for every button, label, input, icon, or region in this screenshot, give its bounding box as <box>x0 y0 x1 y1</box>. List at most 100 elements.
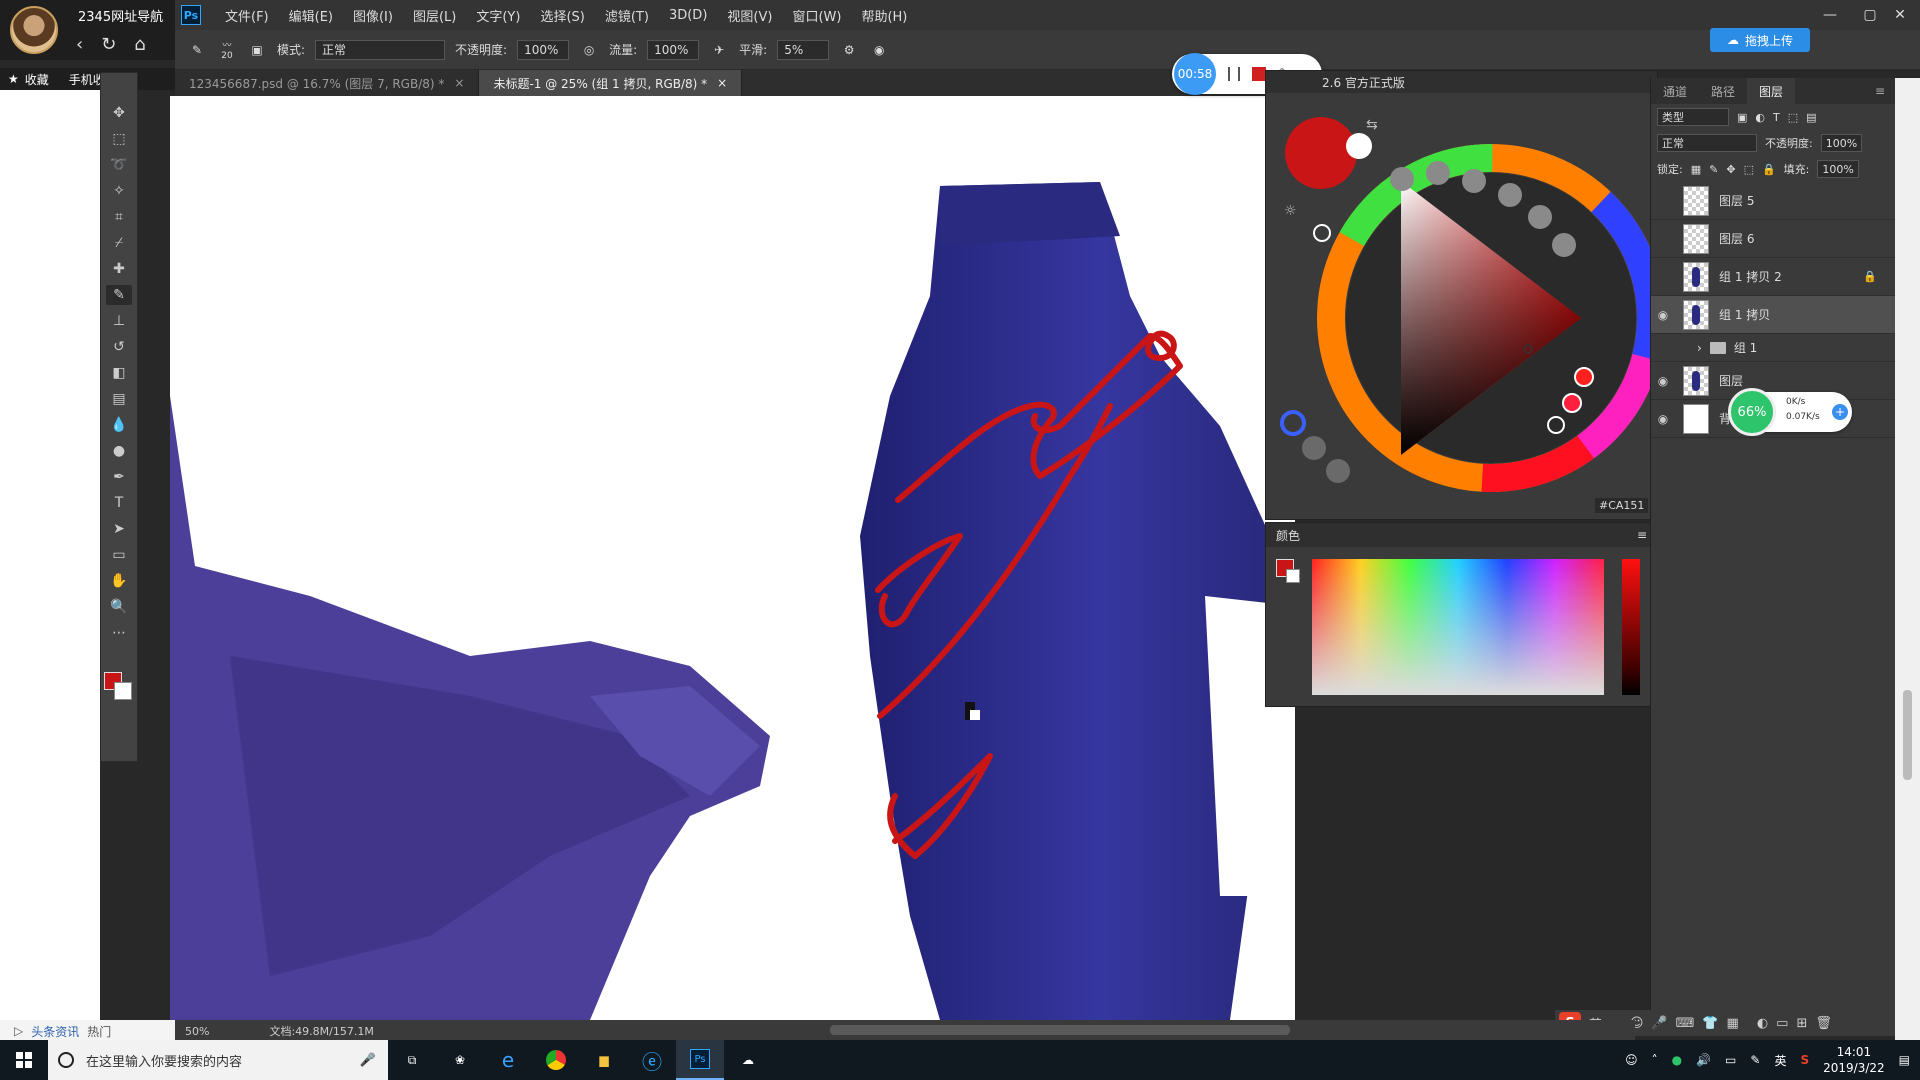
color-value-slider[interactable] <box>1622 559 1640 695</box>
zoom-tool-icon[interactable]: 🔍 <box>106 597 132 617</box>
filter-pixel-icon[interactable]: ▣ <box>1737 111 1747 124</box>
smooth-field[interactable]: 5% <box>777 39 830 60</box>
eye-icon[interactable]: ◉ <box>1651 412 1675 426</box>
clock[interactable]: 14:01 2019/3/22 <box>1823 1044 1885 1076</box>
page-scrollbar[interactable] <box>1895 78 1920 1040</box>
pen-tool-icon[interactable]: ✒ <box>106 467 132 487</box>
layer-kind-filter[interactable]: 类型 <box>1657 108 1729 126</box>
ime-mic-icon[interactable]: 🎤 <box>1651 1016 1667 1031</box>
lock-artboard-icon[interactable]: ⬚ <box>1744 163 1754 176</box>
photoshop-task-icon[interactable]: Ps <box>676 1040 724 1080</box>
stamp-tool-icon[interactable]: ⊥ <box>106 311 132 331</box>
new-group-icon[interactable]: ▭ <box>1776 1016 1788 1031</box>
tray-expand-icon[interactable]: ˄ <box>1652 1053 1658 1067</box>
doc-tab[interactable]: 123456687.psd @ 16.7% (图层 7, RGB/8) * × <box>175 70 480 96</box>
tab-paths[interactable]: 路径 <box>1699 83 1747 100</box>
expand-arrow-icon[interactable]: › <box>1697 341 1702 355</box>
move-tool-icon[interactable]: ✥ <box>106 103 132 123</box>
layer-row[interactable]: 图层 5 <box>1651 182 1895 220</box>
canvas[interactable] <box>170 96 1295 1020</box>
opacity-field[interactable]: 100% <box>517 39 570 60</box>
mode-select[interactable]: 正常 <box>315 39 446 60</box>
panel-menu-icon[interactable]: ≡ <box>1875 84 1885 98</box>
brush-preset-icon[interactable]: 〰 20 <box>217 40 237 61</box>
menu-view[interactable]: 视图(V) <box>717 6 782 25</box>
status-news[interactable]: 头条资讯 <box>31 1023 79 1040</box>
edge-browser-icon[interactable]: ⓔ <box>628 1040 676 1080</box>
filter-smart-icon[interactable]: ▤ <box>1806 111 1816 124</box>
hex-value[interactable]: #CA151 <box>1595 498 1649 513</box>
lock-pixels-icon[interactable]: ▦ <box>1691 163 1701 176</box>
menu-image[interactable]: 图像(I) <box>343 6 403 25</box>
filter-adjust-icon[interactable]: ◐ <box>1755 111 1765 124</box>
new-fill-layer-icon[interactable]: ◐ <box>1757 1016 1768 1031</box>
taskbar-search[interactable]: 在这里输入你要搜索的内容 🎤 <box>48 1040 388 1080</box>
gear-icon[interactable]: ⚙ <box>839 40 859 60</box>
layer-opacity-field[interactable]: 100% <box>1820 134 1863 152</box>
eye-icon[interactable]: ◉ <box>1651 308 1675 322</box>
delete-layer-icon[interactable]: 🗑 <box>1815 1016 1832 1031</box>
volume-icon[interactable]: 🔊 <box>1696 1053 1711 1067</box>
bookmarks-label[interactable]: 收藏 <box>25 71 49 88</box>
brush-tool-icon[interactable]: ✎ <box>187 40 207 60</box>
color-spectrum[interactable] <box>1312 559 1604 695</box>
healing-tool-icon[interactable]: ✚ <box>106 259 132 279</box>
notification-icon[interactable]: ▤ <box>1899 1053 1910 1067</box>
zoom-level[interactable]: 50% <box>185 1025 209 1038</box>
pressure-size-icon[interactable]: ◉ <box>869 40 889 60</box>
tray-lang[interactable]: 英 <box>1774 1052 1786 1069</box>
lasso-tool-icon[interactable]: ➰ <box>106 155 132 175</box>
blend-mode-select[interactable]: 正常 <box>1657 134 1757 152</box>
menu-type[interactable]: 文字(Y) <box>466 6 530 25</box>
eye-icon[interactable]: ◉ <box>1651 374 1675 388</box>
page-scroll-thumb[interactable] <box>1903 690 1912 780</box>
upload-button[interactable]: ☁ 拖拽上传 <box>1710 28 1810 52</box>
airbrush-icon[interactable]: ✈ <box>709 40 729 60</box>
new-layer-icon[interactable]: ⊞ <box>1796 1016 1807 1031</box>
menu-filter[interactable]: 滤镜(T) <box>595 6 659 25</box>
background-color-swatch[interactable] <box>114 682 132 700</box>
layer-row-selected[interactable]: ◉ 组 1 拷贝 <box>1651 296 1895 334</box>
start-button[interactable] <box>0 1040 48 1080</box>
menu-select[interactable]: 选择(S) <box>530 6 594 25</box>
close-icon[interactable]: ✕ <box>1880 0 1920 30</box>
people-icon[interactable]: ☺ <box>1625 1053 1638 1067</box>
menu-help[interactable]: 帮助(H) <box>851 6 917 25</box>
gradient-tool-icon[interactable]: ▤ <box>106 389 132 409</box>
tab-layers[interactable]: 图层 <box>1747 78 1796 104</box>
browser-tab-title[interactable]: 2345网址导航 <box>78 6 163 25</box>
ime-toolbox-icon[interactable]: ▦ <box>1727 1016 1739 1031</box>
brush-panel-icon[interactable]: ▣ <box>247 40 267 60</box>
sogou-tray-icon[interactable]: S <box>1800 1053 1809 1067</box>
horizontal-scrollbar[interactable] <box>830 1025 1290 1035</box>
filter-type-icon[interactable]: T <box>1773 111 1780 124</box>
crop-tool-icon[interactable]: ⌗ <box>106 207 132 227</box>
app-360-icon[interactable]: ❀ <box>436 1040 484 1080</box>
ie-browser-icon[interactable]: e <box>484 1040 532 1080</box>
layer-row[interactable]: 组 1 拷贝 2 🔒 <box>1651 258 1895 296</box>
network-speed-widget[interactable]: 66% 0K/s 0.07K/s + <box>1728 388 1852 436</box>
cloud-app-icon[interactable]: ☁ <box>724 1040 772 1080</box>
expand-icon[interactable]: ▷ <box>14 1024 23 1038</box>
refresh-icon[interactable]: ↻ <box>101 34 116 55</box>
color-wheel[interactable]: ⇆ ☼ <box>1266 93 1665 513</box>
blur-tool-icon[interactable]: 💧 <box>106 415 132 435</box>
filter-shape-icon[interactable]: ⬚ <box>1788 111 1798 124</box>
hand-tool-icon[interactable]: ✋ <box>106 571 132 591</box>
pause-icon[interactable] <box>1228 67 1240 81</box>
eraser-tool-icon[interactable]: ◧ <box>106 363 132 383</box>
microphone-icon[interactable]: 🎤 <box>360 1053 376 1068</box>
pressure-opacity-icon[interactable]: ◎ <box>579 40 599 60</box>
tray-app-icon[interactable]: ● <box>1672 1053 1682 1067</box>
marquee-tool-icon[interactable]: ⬚ <box>106 129 132 149</box>
shape-tool-icon[interactable]: ▭ <box>106 545 132 565</box>
brush-tool-icon[interactable]: ✎ <box>106 285 132 305</box>
task-view-icon[interactable]: ⧉ <box>388 1040 436 1080</box>
menu-layer[interactable]: 图层(L) <box>403 6 466 25</box>
doc-tab-active[interactable]: 未标题-1 @ 25% (组 1 拷贝, RGB/8) * × <box>479 70 743 96</box>
menu-window[interactable]: 窗口(W) <box>782 6 851 25</box>
close-tab-icon[interactable]: × <box>454 76 464 90</box>
tab-channels[interactable]: 通道 <box>1651 83 1699 100</box>
more-tools-icon[interactable]: ⋯ <box>106 623 132 643</box>
user-avatar[interactable] <box>10 6 58 54</box>
